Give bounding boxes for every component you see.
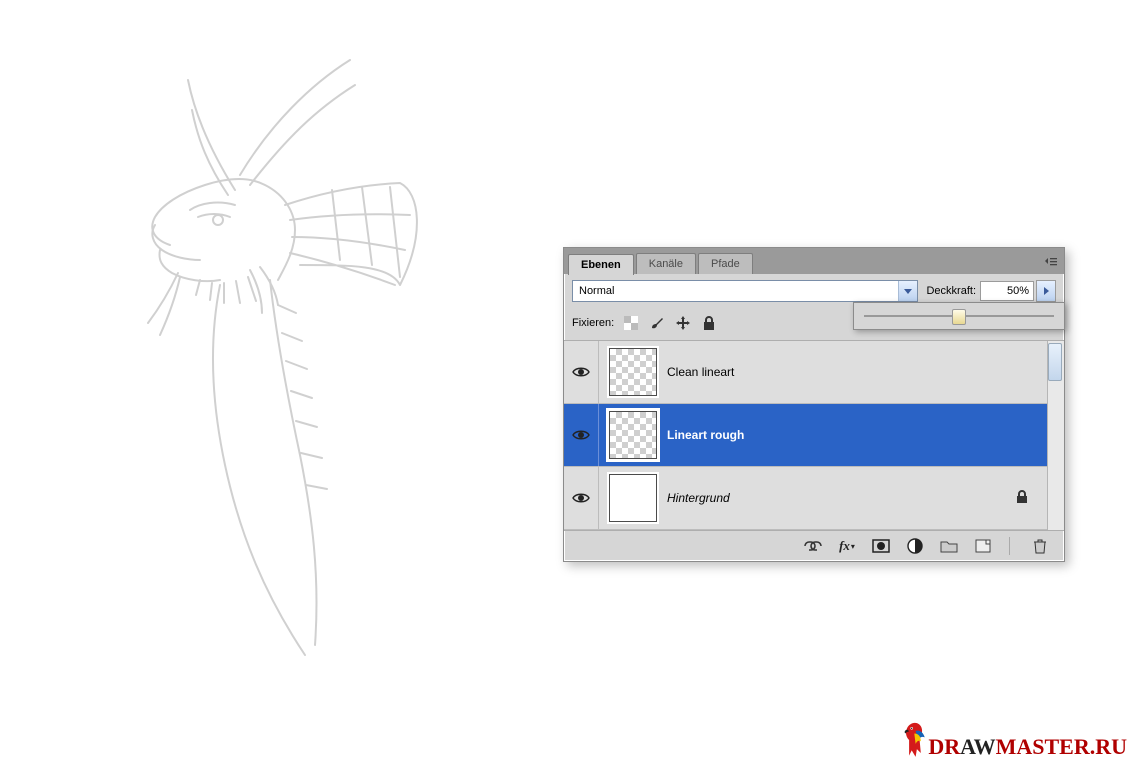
- delete-layer-button[interactable]: [1030, 536, 1050, 556]
- link-icon: [803, 540, 823, 552]
- layer-list: Clean lineart Lineart rough Hintergrund: [564, 341, 1064, 530]
- lock-icon: [702, 315, 716, 331]
- scrollbar-track[interactable]: [1047, 341, 1064, 530]
- lock-position-button[interactable]: [672, 312, 694, 334]
- eye-icon: [572, 429, 590, 441]
- blend-opacity-row: Normal Deckkraft: 50%: [564, 274, 1064, 308]
- watermark: DRAWMASTER.RU: [900, 720, 1127, 760]
- chevron-right-icon: [1044, 287, 1049, 295]
- link-layers-button[interactable]: [803, 536, 823, 556]
- tab-paths[interactable]: Pfade: [698, 253, 753, 274]
- lock-label: Fixieren:: [572, 317, 614, 329]
- layer-mask-button[interactable]: [871, 536, 891, 556]
- lock-all-button[interactable]: [698, 312, 720, 334]
- visibility-toggle[interactable]: [564, 404, 599, 466]
- panel-footer: fx▾: [564, 530, 1064, 561]
- move-icon: [675, 315, 691, 331]
- blend-mode-select[interactable]: Normal: [572, 280, 918, 302]
- fx-icon: fx: [839, 538, 850, 554]
- layer-thumbnail[interactable]: [609, 474, 657, 522]
- checker-icon: [624, 316, 638, 330]
- layer-row[interactable]: Hintergrund: [564, 467, 1064, 530]
- watermark-pre: DR: [928, 734, 960, 760]
- layers-panel: Ebenen Kanäle Pfade Normal Deckkraft: 50…: [563, 247, 1065, 562]
- new-group-button[interactable]: [939, 536, 959, 556]
- layer-name[interactable]: Hintergrund: [667, 491, 730, 505]
- opacity-slider-thumb[interactable]: [952, 309, 966, 325]
- yin-circle-icon: [907, 538, 923, 554]
- footer-divider: [1009, 537, 1010, 555]
- adjustment-layer-button[interactable]: [905, 536, 925, 556]
- blend-mode-value: Normal: [573, 285, 620, 297]
- opacity-label: Deckkraft:: [926, 285, 976, 297]
- folder-icon: [940, 539, 958, 553]
- panel-tabbar: Ebenen Kanäle Pfade: [564, 248, 1064, 274]
- layer-row[interactable]: Lineart rough: [564, 404, 1064, 467]
- lock-image-pixels-button[interactable]: [646, 312, 668, 334]
- opacity-input[interactable]: 50%: [980, 281, 1034, 301]
- panel-flyout-menu-icon[interactable]: [1044, 254, 1058, 266]
- layer-name[interactable]: Lineart rough: [667, 428, 744, 442]
- trash-icon: [1033, 538, 1047, 554]
- layer-thumbnail[interactable]: [609, 348, 657, 396]
- eye-icon: [572, 492, 590, 504]
- canvas-area: [0, 0, 560, 764]
- new-layer-button[interactable]: [973, 536, 993, 556]
- layer-thumbnail[interactable]: [609, 411, 657, 459]
- chevron-down-icon: [904, 289, 912, 294]
- parrot-icon: [900, 720, 926, 760]
- new-page-icon: [975, 539, 991, 553]
- tab-channels[interactable]: Kanäle: [636, 253, 696, 274]
- dragon-sketch: [100, 55, 460, 675]
- opacity-slider-popout: [853, 302, 1065, 330]
- layer-row[interactable]: Clean lineart: [564, 341, 1064, 404]
- lock-transparent-pixels-button[interactable]: [620, 312, 642, 334]
- blend-mode-dropdown-button[interactable]: [898, 281, 917, 301]
- tab-layers[interactable]: Ebenen: [568, 254, 634, 275]
- lock-icon: [1016, 490, 1028, 507]
- watermark-post: MASTER.RU: [996, 734, 1127, 760]
- layer-style-button[interactable]: fx▾: [837, 536, 857, 556]
- brush-icon: [649, 315, 665, 331]
- visibility-toggle[interactable]: [564, 341, 599, 403]
- mask-icon: [872, 539, 890, 553]
- opacity-slider-track[interactable]: [864, 315, 1054, 317]
- scrollbar-thumb[interactable]: [1048, 343, 1062, 381]
- opacity-flyout-button[interactable]: [1036, 280, 1056, 302]
- visibility-toggle[interactable]: [564, 467, 599, 529]
- watermark-mid: AW: [960, 734, 995, 760]
- eye-icon: [572, 366, 590, 378]
- layer-name[interactable]: Clean lineart: [667, 365, 734, 379]
